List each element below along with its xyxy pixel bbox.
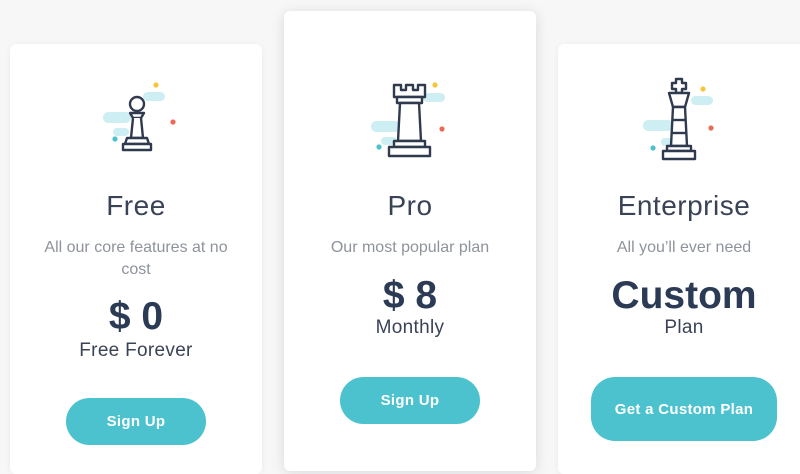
pricing-card-free: Free All our core features at no cost $ … [10,44,262,474]
plan-price-note: Monthly [375,317,445,338]
plan-description: All you’ll ever need [616,239,752,256]
chess-rook-icon [365,79,455,163]
plan-description: All our core features at no cost [44,239,228,278]
sign-up-button[interactable]: Sign Up [66,398,206,445]
plan-price: Custom [611,274,757,317]
plan-price: $ 0 [108,295,164,338]
plan-name: Enterprise [617,190,751,221]
sign-up-button[interactable]: Sign Up [340,377,480,424]
chess-king-icon [639,76,729,162]
plan-name: Free [106,190,166,221]
chess-pawn-icon [91,80,181,160]
plan-price-note: Free Forever [79,340,193,361]
get-custom-plan-button[interactable]: Get a Custom Plan [591,377,777,441]
plan-price-note: Plan [664,317,704,338]
plan-name: Pro [387,190,433,221]
plan-description: Our most popular plan [330,239,490,256]
pricing-card-enterprise: Enterprise All you’ll ever need Custom P… [558,44,800,474]
pricing-card-pro: Pro Our most popular plan $ 8 Monthly Si… [284,11,536,471]
plan-price: $ 8 [382,274,438,317]
